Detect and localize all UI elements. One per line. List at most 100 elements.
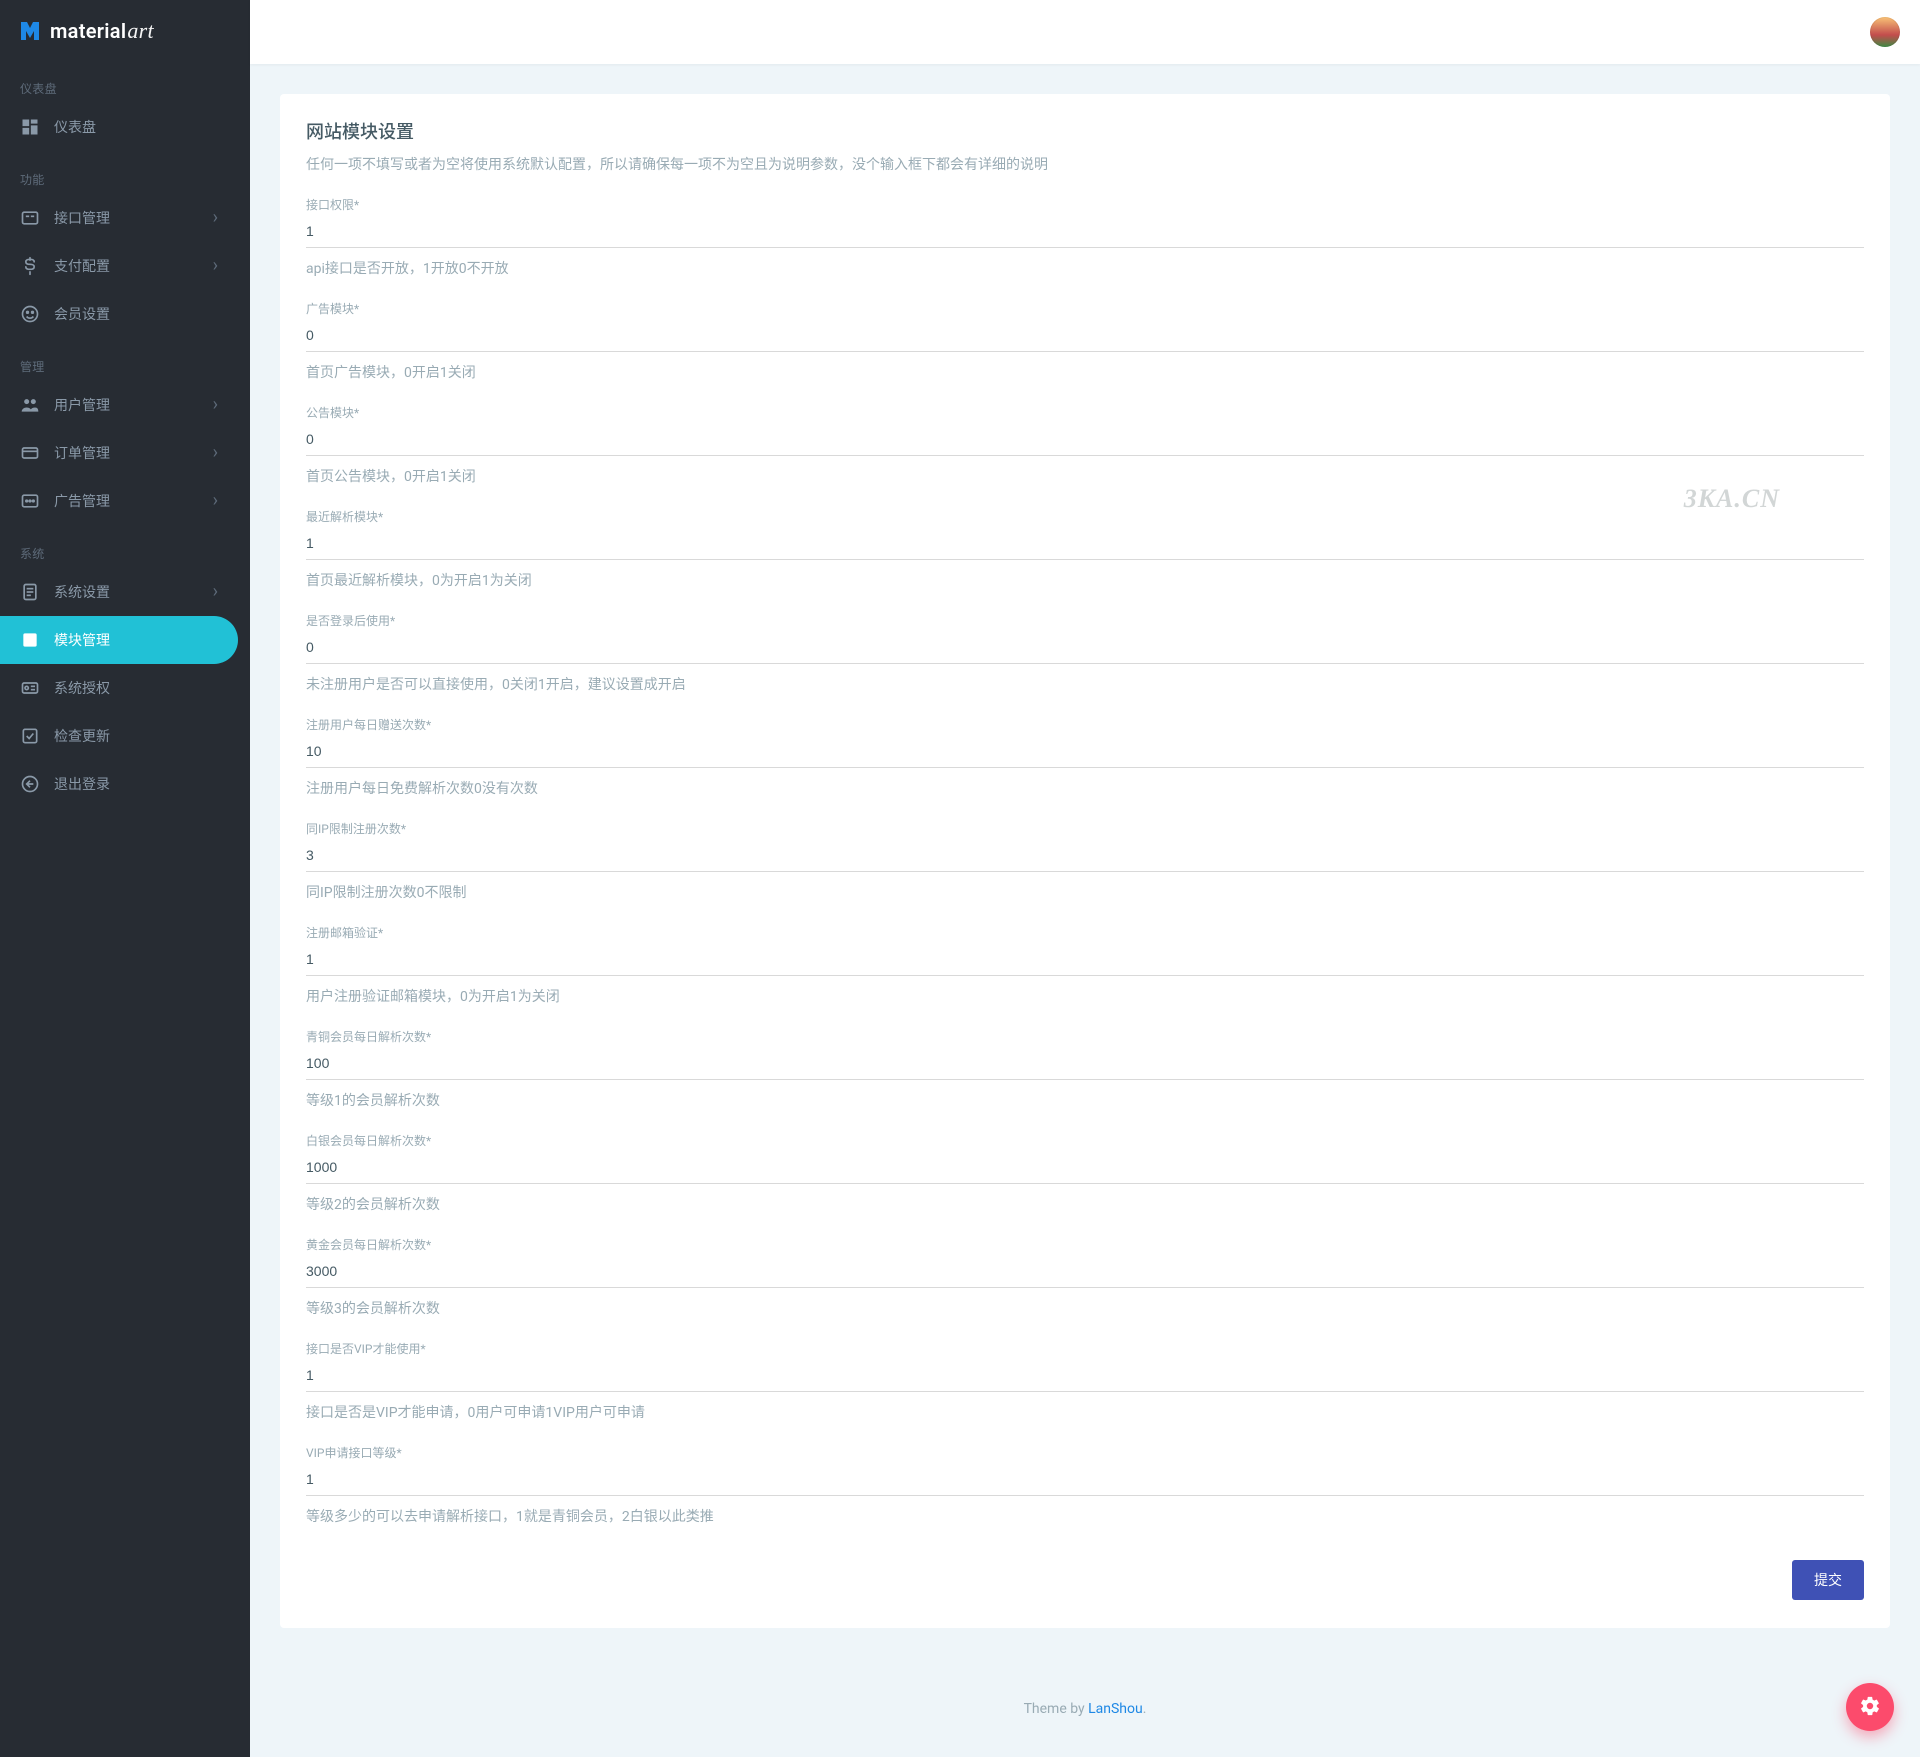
field-label: 接口权限*: [306, 196, 1864, 213]
field-input[interactable]: [306, 1257, 1864, 1288]
license-icon: [20, 678, 40, 698]
update-icon: [20, 726, 40, 746]
field-help: 等级1的会员解析次数: [306, 1080, 1864, 1124]
form-field: 最近解析模块* 首页最近解析模块，0为开启1为关闭: [306, 508, 1864, 604]
nav-heading: 系统: [0, 531, 250, 568]
sidebar-item-label: 仪表盘: [54, 117, 218, 137]
field-help: 首页最近解析模块，0为开启1为关闭: [306, 560, 1864, 604]
field-input[interactable]: [306, 1361, 1864, 1392]
dashboard-icon: [20, 117, 40, 137]
field-input[interactable]: [306, 1465, 1864, 1496]
form-field: VIP申请接口等级*等级多少的可以去申请解析接口，1就是青铜会员，2白银以此类推: [306, 1444, 1864, 1540]
brand-logo[interactable]: materialart: [0, 0, 250, 60]
field-help: 等级2的会员解析次数: [306, 1184, 1864, 1228]
field-input[interactable]: [306, 529, 1864, 560]
field-label: 是否登录后使用*: [306, 612, 1864, 629]
form-field: 公告模块* 首页公告模块，0开启1关闭: [306, 404, 1864, 500]
settings-card: 3KA.CN 网站模块设置 任何一项不填写或者为空将使用系统默认配置，所以请确保…: [280, 94, 1890, 1628]
field-input[interactable]: [306, 321, 1864, 352]
form-field: 同IP限制注册次数*同IP限制注册次数0不限制: [306, 820, 1864, 916]
field-label: 黄金会员每日解析次数*: [306, 1236, 1864, 1253]
chevron-right-icon: ›: [213, 257, 218, 275]
form-field: 广告模块* 首页广告模块，0开启1关闭: [306, 300, 1864, 396]
chevron-right-icon: ›: [213, 583, 218, 601]
form-field: 接口是否VIP才能使用* 接口是否是VIP才能申请，0用户可申请1VIP用户可申请: [306, 1340, 1864, 1436]
form-field: 白银会员每日解析次数* 等级2的会员解析次数: [306, 1132, 1864, 1228]
sidebar-item-logout[interactable]: 退出登录: [0, 760, 238, 808]
sidebar-item-settings[interactable]: 系统设置 ›: [0, 568, 238, 616]
form-field: 接口权限* api接口是否开放，1开放0不开放: [306, 196, 1864, 292]
settings-fab[interactable]: [1846, 1683, 1894, 1731]
form-field: 是否登录后使用* 未注册用户是否可以直接使用，0关闭1开启，建议设置成开启: [306, 612, 1864, 708]
field-label: 接口是否VIP才能使用*: [306, 1340, 1864, 1357]
ad-icon: [20, 491, 40, 511]
field-label: 最近解析模块*: [306, 508, 1864, 525]
field-input[interactable]: [306, 633, 1864, 664]
sidebar-item-label: 检查更新: [54, 726, 218, 746]
footer-link[interactable]: LanShou: [1088, 1701, 1143, 1717]
submit-button[interactable]: 提交: [1792, 1560, 1864, 1600]
field-input[interactable]: [306, 425, 1864, 456]
sidebar-item-label: 会员设置: [54, 304, 218, 324]
sidebar-item-label: 系统授权: [54, 678, 218, 698]
sidebar-item-ads[interactable]: 广告管理 ›: [0, 477, 238, 525]
field-help: 接口是否是VIP才能申请，0用户可申请1VIP用户可申请: [306, 1392, 1864, 1436]
field-label: VIP申请接口等级*: [306, 1444, 1864, 1461]
card-icon: [20, 443, 40, 463]
nav-section-system: 系统 系统设置 › 模块管理 系统授权 检查更新 退出登录: [0, 525, 250, 808]
field-label: 注册邮箱验证*: [306, 924, 1864, 941]
field-help: 未注册用户是否可以直接使用，0关闭1开启，建议设置成开启: [306, 664, 1864, 708]
form-field: 注册用户每日赠送次数* 注册用户每日免费解析次数0没有次数: [306, 716, 1864, 812]
nav-section-manage: 管理 用户管理 › 订单管理 › 广告管理 ›: [0, 338, 250, 525]
doc-icon: [20, 582, 40, 602]
sidebar-item-dashboard[interactable]: 仪表盘: [0, 103, 238, 151]
field-label: 同IP限制注册次数*: [306, 820, 1864, 837]
nav-section-features: 功能 接口管理 › 支付配置 › 会员设置: [0, 151, 250, 338]
field-label: 白银会员每日解析次数*: [306, 1132, 1864, 1149]
sidebar: materialart 仪表盘 仪表盘 功能 接口管理 › 支付配置 ›: [0, 0, 250, 1757]
field-help: 首页公告模块，0开启1关闭: [306, 456, 1864, 500]
sidebar-item-orders[interactable]: 订单管理 ›: [0, 429, 238, 477]
sidebar-item-label: 模块管理: [54, 630, 218, 650]
sidebar-item-label: 订单管理: [54, 443, 199, 463]
chevron-right-icon: ›: [213, 209, 218, 227]
form-fields: 接口权限* api接口是否开放，1开放0不开放广告模块* 首页广告模块，0开启1关闭…: [306, 196, 1864, 1540]
sidebar-item-label: 支付配置: [54, 256, 199, 276]
users-icon: [20, 395, 40, 415]
page-subtitle: 任何一项不填写或者为空将使用系统默认配置，所以请确保每一项不为空且为说明参数，没…: [306, 154, 1864, 174]
field-input[interactable]: [306, 737, 1864, 768]
field-input[interactable]: [306, 1049, 1864, 1080]
avatar[interactable]: [1870, 17, 1900, 47]
topbar: [250, 0, 1920, 64]
form-field: 黄金会员每日解析次数* 等级3的会员解析次数: [306, 1236, 1864, 1332]
field-label: 青铜会员每日解析次数*: [306, 1028, 1864, 1045]
sidebar-item-member[interactable]: 会员设置: [0, 290, 238, 338]
field-label: 注册用户每日赠送次数*: [306, 716, 1864, 733]
sidebar-item-label: 接口管理: [54, 208, 199, 228]
form-field: 注册邮箱验证*用户注册验证邮箱模块，0为开启1为关闭: [306, 924, 1864, 1020]
footer: Theme by LanShou.: [250, 1675, 1920, 1757]
field-help: 等级3的会员解析次数: [306, 1288, 1864, 1332]
field-help: api接口是否开放，1开放0不开放: [306, 248, 1864, 292]
sidebar-item-label: 系统设置: [54, 582, 199, 602]
logout-icon: [20, 774, 40, 794]
field-input[interactable]: [306, 1153, 1864, 1184]
brand-mark-icon: [18, 19, 42, 43]
sidebar-item-label: 广告管理: [54, 491, 199, 511]
module-icon: [20, 630, 40, 650]
field-help: 注册用户每日免费解析次数0没有次数: [306, 768, 1864, 812]
footer-prefix: Theme by: [1024, 1701, 1089, 1717]
field-input[interactable]: [306, 945, 1864, 976]
sidebar-item-module[interactable]: 模块管理: [0, 616, 238, 664]
field-input[interactable]: [306, 841, 1864, 872]
field-input[interactable]: [306, 217, 1864, 248]
sidebar-item-update[interactable]: 检查更新: [0, 712, 238, 760]
sidebar-item-users[interactable]: 用户管理 ›: [0, 381, 238, 429]
chevron-right-icon: ›: [213, 396, 218, 414]
sidebar-item-api[interactable]: 接口管理 ›: [0, 194, 238, 242]
sidebar-item-license[interactable]: 系统授权: [0, 664, 238, 712]
field-help: 首页广告模块，0开启1关闭: [306, 352, 1864, 396]
sidebar-item-payment[interactable]: 支付配置 ›: [0, 242, 238, 290]
field-label: 广告模块*: [306, 300, 1864, 317]
field-label: 公告模块*: [306, 404, 1864, 421]
